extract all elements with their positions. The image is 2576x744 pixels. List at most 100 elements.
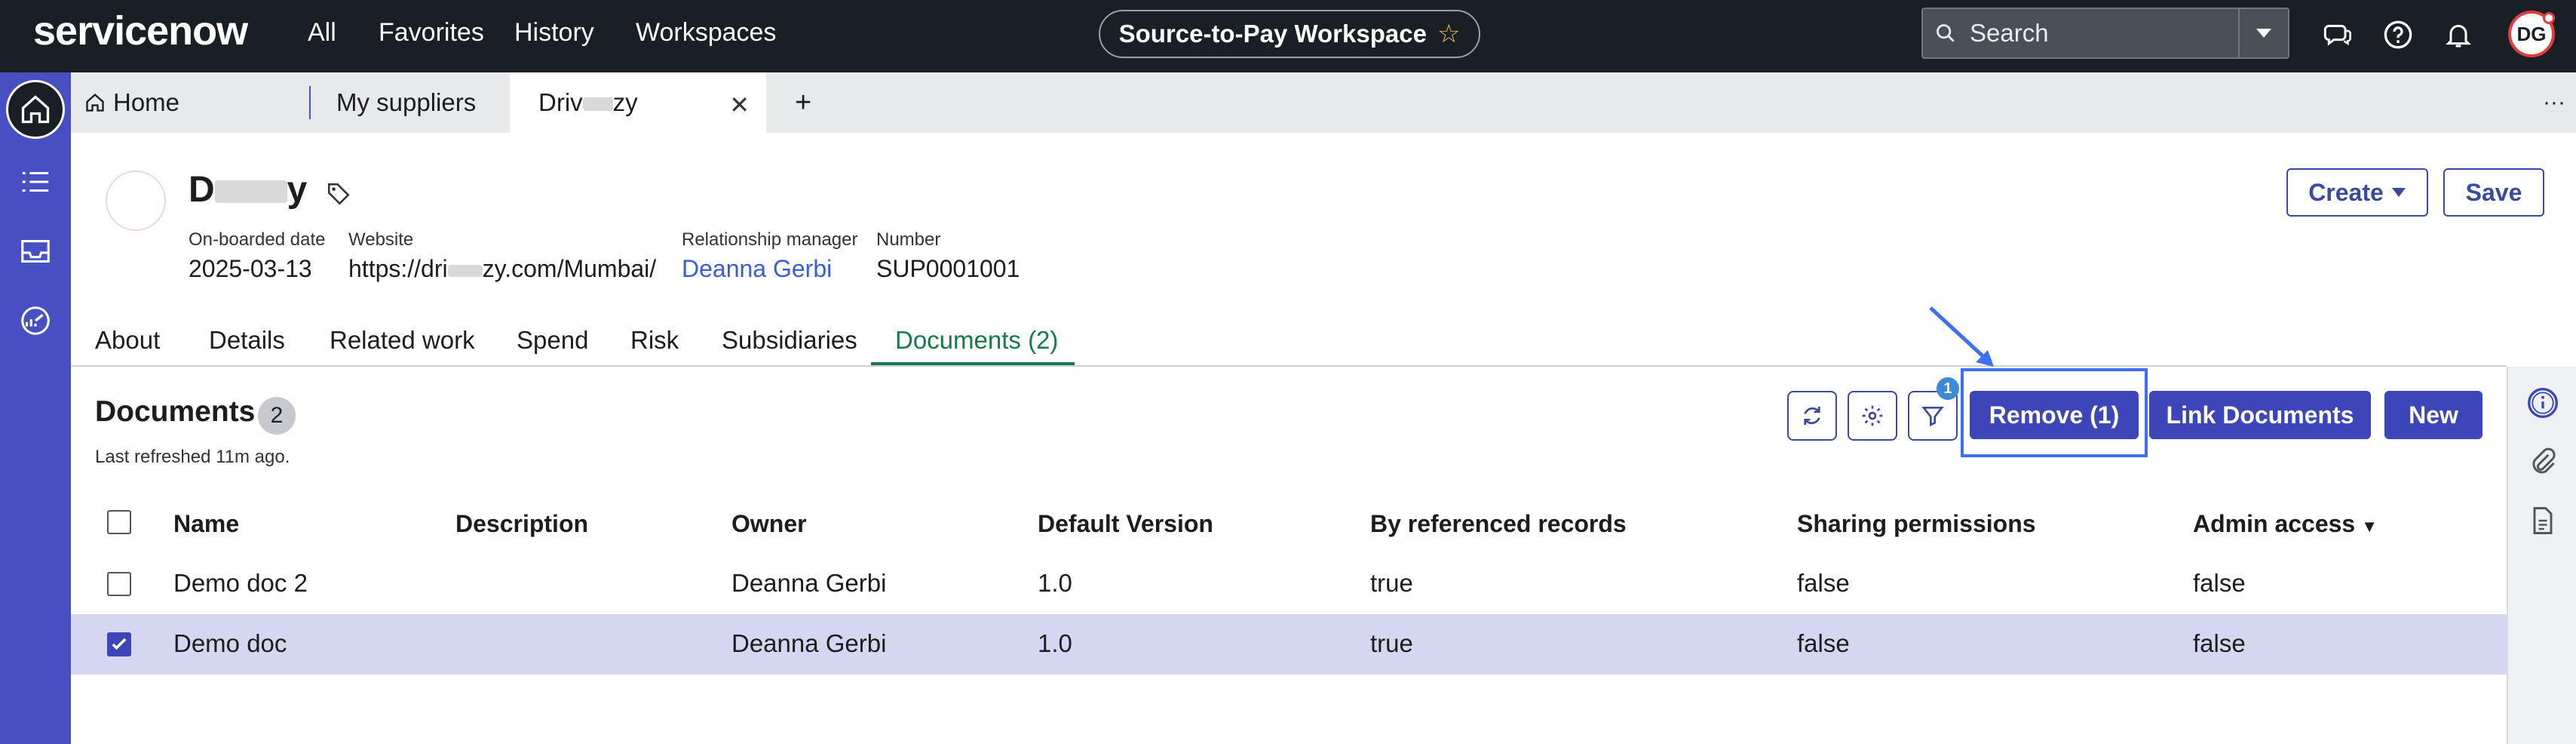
search-icon [1937,24,1955,42]
select-all-checkbox[interactable] [107,510,131,534]
by-referenced-records-value: true [1370,629,1413,657]
plus-icon: + [795,86,812,118]
website-label: Website [348,229,414,250]
documents-heading: Documents [95,395,256,428]
tab-my-suppliers-label: My suppliers [336,88,477,116]
subtab-divider [71,365,2507,367]
new-button[interactable]: New [2384,391,2482,439]
refresh-icon [1804,407,1820,425]
avatar-initials: DG [2516,22,2547,45]
onboarded-date-value: 2025-03-13 [189,255,312,282]
presence-indicator [2543,12,2555,24]
annotation-arrow [1929,306,1994,367]
subtab-spend[interactable]: Spend [517,326,588,355]
column-header-sharing-permissions[interactable]: Sharing permissions [1797,510,2036,538]
home-rail-button[interactable] [6,80,65,139]
tab-separator [309,86,311,119]
contextual-side-panel-rail [2507,367,2576,744]
tab-supplier-record[interactable]: Driv zy ✕ [510,72,766,133]
column-header-description[interactable]: Description [455,510,588,538]
sharing-permissions-value: false [1797,629,1850,657]
nav-favorites[interactable]: Favorites [379,18,484,48]
sort-descending-icon: ▼ [2361,517,2378,536]
add-tab-button[interactable]: + [795,72,840,133]
column-header-default-version[interactable]: Default Version [1038,510,1213,538]
document-owner-link[interactable]: Deanna Gerbi [731,629,886,658]
subtab-related-work[interactable]: Related work [330,326,475,355]
subtab-documents[interactable]: Documents (2) [895,326,1058,355]
home-icon [86,93,104,112]
documents-count-badge: 2 [258,397,296,435]
supplier-logo [106,171,166,231]
row-checkbox-checked[interactable] [107,632,131,656]
global-search[interactable]: Search [1921,8,2289,59]
document-owner-link[interactable]: Deanna Gerbi [731,569,886,598]
document-version-link[interactable]: 1.0 [1038,569,1072,598]
website-value[interactable]: https://dri zy.com/Mumbai/ [348,255,656,283]
subtab-about[interactable]: About [95,326,160,355]
analytics-gauge-icon[interactable] [18,303,53,338]
workspace-switcher[interactable]: Source-to-Pay Workspace ☆ [1099,10,1480,58]
document-icon[interactable] [2526,504,2559,537]
document-name-link[interactable]: Demo doc 2 [173,569,308,598]
subtab-subsidiaries[interactable]: Subsidiaries [722,326,857,355]
search-scope-dropdown[interactable] [2238,9,2288,57]
nav-workspaces[interactable]: Workspaces [636,18,776,48]
more-options-button[interactable]: ··· [2543,72,2573,133]
table-row-selected[interactable] [71,614,2507,675]
help-icon[interactable] [2383,20,2413,50]
save-button[interactable]: Save [2443,168,2544,217]
link-documents-button[interactable]: Link Documents [2149,391,2371,439]
subtab-risk[interactable]: Risk [630,326,679,355]
workspace-name: Source-to-Pay Workspace [1118,20,1427,48]
tab-home[interactable]: Home [84,72,296,133]
nav-history[interactable]: History [514,18,594,48]
inbox-icon[interactable] [18,234,53,269]
servicenow-logo[interactable]: servicenow [33,8,248,54]
nav-all[interactable]: All [308,18,336,48]
attachment-icon[interactable] [2526,445,2559,478]
search-input[interactable]: Search [1970,19,2049,48]
annotation-highlight-box [1961,368,2148,457]
tab-home-label: Home [113,88,180,116]
checkmark-icon [112,638,127,650]
chat-icon[interactable] [2323,20,2353,50]
column-header-owner[interactable]: Owner [731,510,807,538]
active-subtab-indicator [871,362,1075,365]
save-button-label: Save [2465,178,2522,206]
redacted-text [447,264,483,277]
onboarded-date-label: On-boarded date [189,229,326,250]
relationship-manager-label: Relationship manager [682,229,858,250]
create-button[interactable]: Create [2286,168,2428,217]
by-referenced-records-value: true [1370,569,1413,597]
number-value: SUP0001001 [876,255,1020,282]
home-icon [21,95,50,124]
record-title: Dy [189,170,308,210]
filter-count-badge: 1 [1937,377,1959,400]
user-avatar[interactable]: DG [2508,11,2555,57]
admin-access-value: false [2193,569,2246,597]
document-version-link[interactable]: 1.0 [1038,629,1072,658]
list-icon[interactable] [18,164,53,199]
document-name-link[interactable]: Demo doc [173,629,287,658]
caret-down-icon [2391,188,2406,197]
tag-icon[interactable] [326,181,351,207]
notifications-bell-icon[interactable] [2443,20,2473,50]
gear-icon [1862,405,1883,426]
create-button-label: Create [2308,178,2384,206]
refresh-button[interactable] [1787,391,1837,441]
list-settings-button[interactable] [1848,391,1897,441]
column-header-referenced-records[interactable]: By referenced records [1370,510,1627,538]
tab-supplier-label: Driv zy [538,88,638,116]
column-header-name[interactable]: Name [173,510,239,538]
relationship-manager-link[interactable]: Deanna Gerbi [682,255,832,283]
subtab-details[interactable]: Details [209,326,285,355]
left-navigation-rail [0,72,71,744]
info-icon[interactable] [2526,386,2559,420]
star-icon[interactable]: ☆ [1437,19,1460,49]
close-icon[interactable]: ✕ [729,91,750,119]
column-header-admin-access[interactable]: Admin access ▼ [2193,510,2378,538]
redacted-text [582,97,613,112]
row-checkbox[interactable] [107,572,131,596]
sharing-permissions-value: false [1797,569,1850,597]
